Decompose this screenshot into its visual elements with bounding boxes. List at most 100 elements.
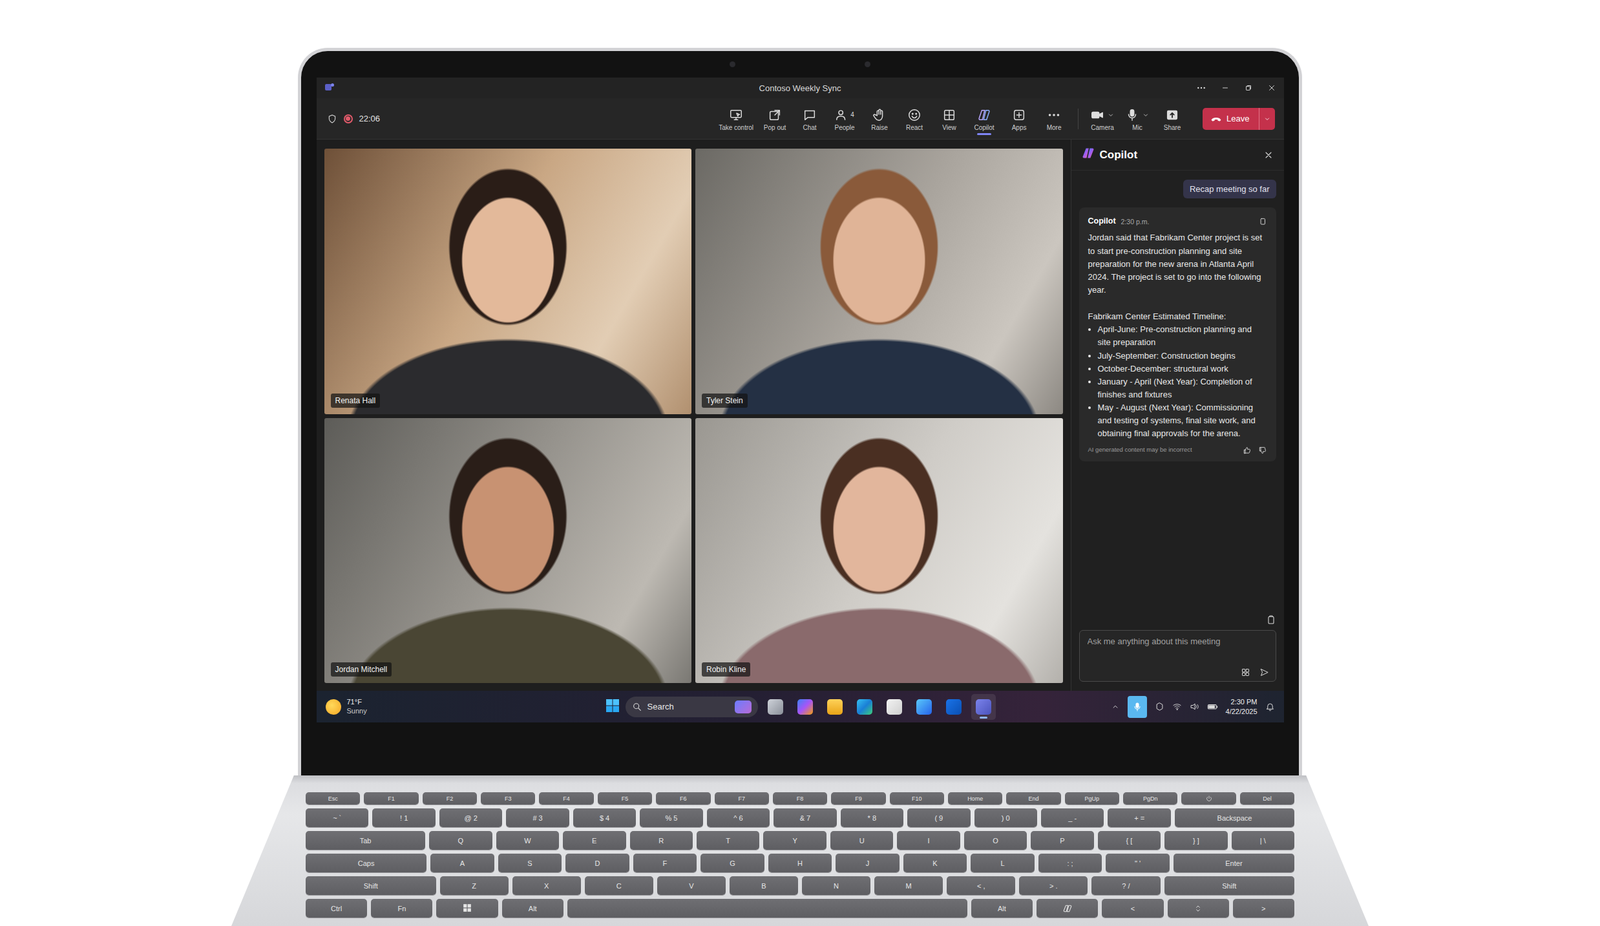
key-label: B xyxy=(761,882,766,890)
response-footer: AI generated content may be incorrect xyxy=(1088,445,1268,455)
toolbar-button[interactable]: Camera xyxy=(1086,104,1119,134)
camera-icon xyxy=(1090,107,1105,123)
mic-indicator[interactable] xyxy=(1127,695,1148,718)
key xyxy=(1167,898,1230,918)
thumbs-up-icon[interactable] xyxy=(1242,445,1252,455)
people-icon xyxy=(834,107,850,123)
weather-condition: Sunny xyxy=(347,706,368,716)
leave-button[interactable]: Leave xyxy=(1202,107,1275,130)
taskbar-app[interactable] xyxy=(911,694,937,720)
taskbar-app[interactable] xyxy=(792,694,818,720)
key: Alt xyxy=(971,898,1033,918)
key-label: P xyxy=(1059,836,1065,845)
chevron-down-icon[interactable] xyxy=(1141,111,1150,119)
chevron-down-icon[interactable] xyxy=(1106,111,1115,119)
key-label: V xyxy=(688,882,694,890)
key: F6 xyxy=(655,792,711,805)
screen: Contoso Weekly Sync22:06Take controlPop … xyxy=(316,77,1285,723)
toolbar-button[interactable]: 4People xyxy=(828,104,861,134)
key xyxy=(567,898,968,918)
taskbar-app[interactable] xyxy=(971,694,996,720)
send-icon[interactable] xyxy=(1259,667,1270,678)
key: O xyxy=(964,831,1027,850)
taskbar-search[interactable]: Search xyxy=(625,696,758,718)
key: P xyxy=(1030,831,1094,850)
clock[interactable]: 2:30 PM4/22/2025 xyxy=(1225,697,1258,716)
toolbar-icon-row xyxy=(942,107,957,123)
participant-video: Renata Hall xyxy=(324,148,693,415)
key: < xyxy=(1101,898,1164,918)
taskbar-app[interactable] xyxy=(763,694,788,720)
clipboard-icon xyxy=(1265,614,1277,625)
power-icon xyxy=(1205,794,1213,803)
toolbar-button[interactable]: Apps xyxy=(1002,104,1036,134)
key: * 8 xyxy=(840,808,904,828)
video-grid: Renata HallTyler SteinJordan MitchellRob… xyxy=(316,139,1071,691)
restore-icon[interactable] xyxy=(1243,83,1253,93)
temperature: 71°F xyxy=(347,697,368,707)
key: { [ xyxy=(1097,831,1161,850)
toolbar-button[interactable]: Copilot xyxy=(968,104,1001,134)
key: Esc xyxy=(305,792,360,805)
key-label: S xyxy=(527,859,532,868)
bell-icon[interactable] xyxy=(1265,701,1275,712)
close-icon[interactable] xyxy=(1267,83,1277,93)
up-down-arrows-icon xyxy=(1193,904,1203,914)
chat-icon xyxy=(802,107,817,123)
toolbar-button[interactable]: Pop out xyxy=(758,104,791,134)
key-label: { [ xyxy=(1126,836,1133,845)
prompts-icon[interactable] xyxy=(1240,667,1251,678)
key-label: > xyxy=(1261,904,1266,913)
key-label: X xyxy=(544,882,549,890)
close-button[interactable] xyxy=(1263,149,1274,161)
chevron-up-icon[interactable] xyxy=(1110,702,1120,712)
key: V xyxy=(657,876,726,895)
taskbar-app[interactable] xyxy=(882,694,907,720)
key-label: @ 2 xyxy=(463,814,477,822)
clock-date: 4/22/2025 xyxy=(1225,706,1258,716)
toolbar-button[interactable]: View xyxy=(933,104,966,134)
taskbar-app[interactable] xyxy=(852,694,877,720)
key-label: F3 xyxy=(504,795,512,802)
leave-main[interactable]: Leave xyxy=(1202,113,1259,125)
battery-icon xyxy=(1207,701,1219,713)
notes-button[interactable] xyxy=(1265,614,1277,625)
toolbar-button[interactable]: Take control xyxy=(715,104,757,134)
key-label: W xyxy=(524,836,531,845)
key: ^ 6 xyxy=(706,808,770,828)
toolbar-label: Share xyxy=(1163,124,1182,132)
toolbar-button[interactable]: More xyxy=(1037,104,1071,134)
key: K xyxy=(903,853,968,873)
microphone-icon xyxy=(1132,701,1143,713)
keyboard-row: ~ `! 1@ 2# 3$ 4% 5^ 6& 7* 8( 9) 0_ -+ =B… xyxy=(305,808,1295,828)
key: Del xyxy=(1240,792,1295,805)
windows-start-icon[interactable] xyxy=(604,697,621,716)
toolbar-label: Copilot xyxy=(974,124,995,132)
toolbar-button[interactable]: Share xyxy=(1156,104,1189,134)
toolbar-button[interactable]: Chat xyxy=(793,104,826,134)
key: Ctrl xyxy=(305,898,368,918)
participant-name: Jordan Mitchell xyxy=(330,662,393,677)
key-label: F9 xyxy=(854,795,863,802)
toolbar-button[interactable]: Mic xyxy=(1121,104,1154,134)
copilot-icon xyxy=(977,107,992,123)
weather-widget[interactable]: 71°FSunny xyxy=(325,697,605,715)
key: End xyxy=(1006,792,1061,805)
ask-input[interactable] xyxy=(1086,635,1270,647)
taskbar-app[interactable] xyxy=(822,694,848,720)
leave-dropdown[interactable] xyxy=(1259,115,1275,123)
toolbar-button[interactable]: React xyxy=(898,104,931,134)
toolbar-button[interactable]: Raise xyxy=(863,104,896,134)
timeline-item: May - August (Next Year): Commissioning … xyxy=(1097,401,1268,441)
key: U xyxy=(830,831,894,850)
minimize-icon[interactable] xyxy=(1220,83,1230,93)
thumbs-down-icon[interactable] xyxy=(1258,445,1268,455)
key-label: Caps xyxy=(357,859,375,868)
taskbar-app[interactable] xyxy=(941,694,967,720)
copy-button[interactable] xyxy=(1258,217,1268,227)
key-label: F xyxy=(663,859,668,868)
more-icon[interactable] xyxy=(1196,82,1207,94)
key-label: F10 xyxy=(911,795,923,802)
key: N xyxy=(801,876,871,895)
key: ~ ` xyxy=(305,808,369,828)
